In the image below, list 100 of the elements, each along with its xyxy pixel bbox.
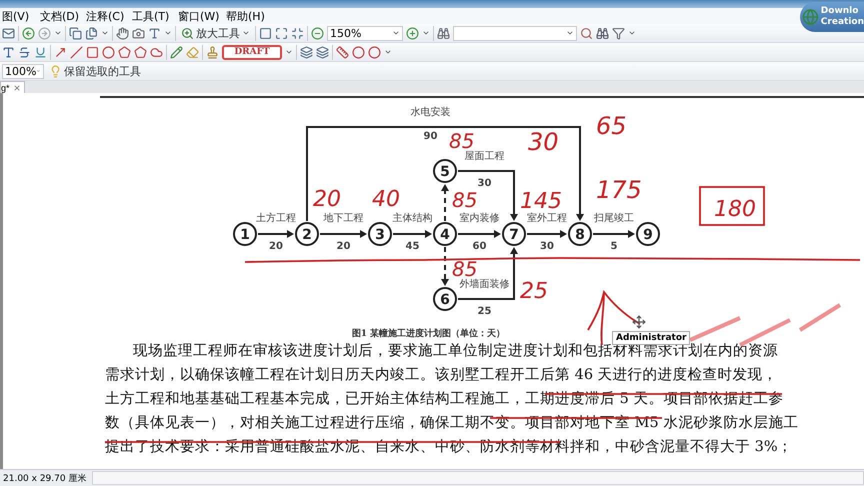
caret-icon[interactable] xyxy=(384,48,392,56)
activity-name: 室内装修 xyxy=(460,213,500,224)
activity-duration: 20 xyxy=(336,241,350,252)
handwritten-number: 40 xyxy=(372,187,400,212)
highlight-text-icon[interactable] xyxy=(2,46,15,58)
zoom-tool-button[interactable]: 放大工具 xyxy=(179,24,252,42)
handwritten-number: 25 xyxy=(520,279,548,304)
author-tooltip: Administrator xyxy=(612,331,690,345)
text-select-icon[interactable] xyxy=(148,26,161,40)
document-tab[interactable]: g* xyxy=(0,81,25,93)
activity-name: 扫尾竣工 xyxy=(594,213,634,224)
filter-icon[interactable] xyxy=(612,26,625,40)
activity-arrow xyxy=(458,230,501,238)
menu-item[interactable]: 帮助(H) xyxy=(224,8,276,24)
activity-name: 主体结构 xyxy=(392,213,432,224)
caret-icon[interactable] xyxy=(54,29,62,37)
activity-duration: 90 xyxy=(424,131,438,142)
caret-icon[interactable] xyxy=(566,29,574,37)
zoom-icon xyxy=(181,26,194,40)
zoom-level-field[interactable]: 150% xyxy=(327,26,403,40)
caret-icon[interactable] xyxy=(101,29,109,37)
activity-duration: 5 xyxy=(610,241,618,252)
node-number: 5 xyxy=(440,164,450,180)
caret-icon[interactable] xyxy=(422,29,430,37)
caret-icon[interactable] xyxy=(285,48,293,56)
lightbulb-icon xyxy=(49,64,62,78)
arrow-icon[interactable] xyxy=(54,46,67,58)
search-field[interactable] xyxy=(453,26,577,40)
node-circle xyxy=(233,222,257,246)
node-circle xyxy=(568,222,592,246)
handwritten-number: 20 xyxy=(313,187,341,212)
node-number: 7 xyxy=(509,227,519,243)
node-circle xyxy=(433,287,457,311)
mail-icon[interactable] xyxy=(2,26,15,40)
keep-tool-button[interactable]: 保留选取的工具 xyxy=(47,62,143,80)
activity-arrow xyxy=(527,230,567,238)
activity-name: 地下工程 xyxy=(324,213,364,224)
ellipse-icon[interactable] xyxy=(102,46,115,58)
activity-duration: 45 xyxy=(406,241,420,252)
activity-name: 外墙面装修 xyxy=(460,279,510,290)
binoculars-icon[interactable] xyxy=(437,26,450,40)
stamp-icon[interactable] xyxy=(206,46,219,58)
back-icon[interactable] xyxy=(22,26,35,40)
activity-duration: 60 xyxy=(472,241,486,252)
handwritten-number: 145 xyxy=(520,189,562,214)
menu-item[interactable]: 文档(D) xyxy=(38,8,84,24)
page-size-text: 21.00 x 29.70 厘米 xyxy=(2,472,86,484)
rectangle-icon[interactable] xyxy=(86,46,99,58)
draft-stamp-button[interactable]: DRAFT xyxy=(222,44,282,60)
paragraph-line: 需求计划，以确保该幢工程在计划日历天内竣工。该别墅工程开工后第 46 天进行的进度检查时发现， xyxy=(104,366,778,385)
node-circle xyxy=(502,222,526,246)
polygon-icon[interactable] xyxy=(134,46,147,58)
activity-name: 水电安装 xyxy=(410,107,450,118)
underline-icon[interactable] xyxy=(34,46,47,58)
node-number: 2 xyxy=(302,227,312,243)
node-circle xyxy=(433,222,457,246)
find-next-icon[interactable] xyxy=(596,26,609,40)
node-number: 9 xyxy=(643,227,653,243)
camera-icon[interactable] xyxy=(132,26,145,40)
fit-page-icon[interactable] xyxy=(275,26,288,40)
menu-item[interactable]: 窗口(W) xyxy=(176,8,224,24)
handwritten-number: 175 xyxy=(596,176,642,204)
pages-icon[interactable] xyxy=(85,26,98,40)
node-number: 4 xyxy=(440,227,450,243)
menu-item[interactable]: 工具(T) xyxy=(130,8,176,24)
node-circle xyxy=(636,222,660,246)
menu-item[interactable]: 注释(C) xyxy=(84,8,130,24)
find-icon[interactable] xyxy=(580,26,593,40)
caret-icon[interactable] xyxy=(392,29,400,37)
handwritten-number: 65 xyxy=(596,112,627,140)
handwritten-number: 85 xyxy=(452,188,478,212)
hand-icon[interactable] xyxy=(116,26,129,40)
handwritten-number: 30 xyxy=(528,128,559,156)
line-icon[interactable] xyxy=(70,46,83,58)
horizontal-scrollbar[interactable] xyxy=(92,471,864,485)
dashed-arrow xyxy=(441,184,449,221)
caret-icon[interactable] xyxy=(164,29,172,37)
menu-item[interactable]: 图(V) xyxy=(0,8,38,24)
copy-icon[interactable] xyxy=(69,26,82,40)
zoom-out-icon[interactable] xyxy=(311,26,324,40)
handwritten-number: 180 xyxy=(714,197,756,222)
caret-icon[interactable] xyxy=(242,29,250,37)
activity-name: 室外工程 xyxy=(527,213,567,224)
zoom-dropdown[interactable]: 100% xyxy=(2,64,44,78)
activity-name: 屋面工程 xyxy=(464,151,504,162)
activity-duration: 25 xyxy=(478,306,492,317)
figure-caption: 图1 某幢施工进度计划图（单位：天） xyxy=(352,327,506,341)
download-button[interactable]: Downlo Creation xyxy=(800,2,864,32)
node-number: 1 xyxy=(240,227,250,243)
pencil-icon[interactable] xyxy=(170,46,183,58)
close-icon[interactable] xyxy=(12,84,21,92)
strikethrough-icon[interactable] xyxy=(18,46,31,58)
node-circle xyxy=(433,159,457,183)
cloud-icon[interactable] xyxy=(150,46,163,58)
activity-duration: 30 xyxy=(478,178,492,189)
distance-icon[interactable] xyxy=(336,46,349,58)
activity-duration: 20 xyxy=(269,241,283,252)
activity-arrow xyxy=(258,230,294,238)
activity-name: 土方工程 xyxy=(256,213,296,224)
caret-icon[interactable] xyxy=(628,29,636,37)
